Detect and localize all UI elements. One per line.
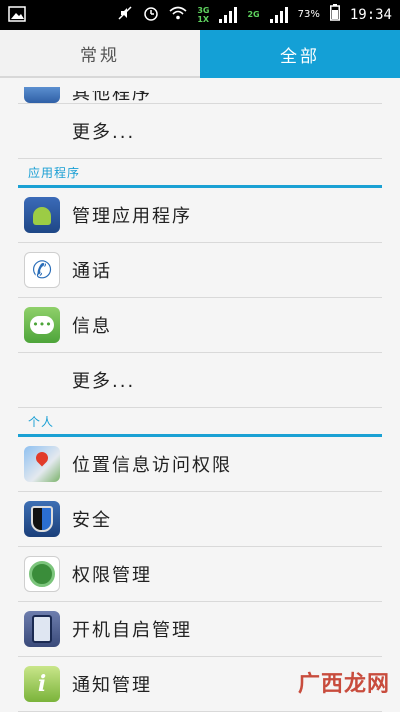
shield-icon [24,501,60,537]
list-item-label: 信息 [72,316,112,337]
signal-icon-2 [269,6,288,23]
list-item-app-manager[interactable]: 管理应用程序 [18,188,382,243]
network-top-label: 3G [197,5,210,15]
section-header-apps: 应用程序 [18,159,382,188]
network2-label: 2G [247,10,260,19]
phone-boot-icon [24,611,60,647]
alarm-icon [143,5,159,25]
list-item-label: 开机自启管理 [72,620,192,641]
wifi-icon [169,6,187,24]
section-header-personal: 个人 [18,408,382,437]
list-item-location[interactable]: 位置信息访问权限 [18,437,382,492]
battery-percent: 73% [297,9,320,20]
mute-icon [117,5,133,25]
battery-icon [329,4,340,25]
map-pin-icon [24,446,60,482]
list-item-label: 通知管理 [72,675,152,696]
list-item-messages[interactable]: ••• 信息 [18,298,382,353]
info-icon: i [24,666,60,702]
signal-icon-1 [219,6,238,23]
watermark: 广西龙网 [297,672,390,697]
list-item-security[interactable]: 安全 [18,492,382,547]
network-type-1: 3G 1X [197,6,209,24]
app-icon [24,87,60,103]
list-item-label: 位置信息访问权限 [72,455,232,476]
settings-tabs: 常规 全部 [0,30,400,78]
clock: 19:34 [349,6,392,23]
list-item-label: 通话 [72,261,112,282]
list-item-label: 安全 [72,510,112,531]
network-bottom-label: 1X [197,14,210,24]
list-item-call[interactable]: ✆ 通话 [18,243,382,298]
message-icon: ••• [24,307,60,343]
phone-icon: ✆ [24,252,60,288]
list-item-label: 管理应用程序 [72,206,192,227]
list-item-autostart[interactable]: 开机自启管理 [18,602,382,657]
network-type-2: 2G [247,10,259,19]
list-item-more[interactable]: 更多... [18,353,382,408]
list-item-label: 其他程序 [72,91,152,101]
lock-icon [24,556,60,592]
list-item-more[interactable]: 更多... [18,104,382,159]
settings-list: 其他程序 更多... 应用程序 管理应用程序 ✆ 通话 ••• 信息 更多...… [0,78,400,712]
android-icon [24,197,60,233]
tab-all[interactable]: 全部 [200,30,400,78]
gallery-icon [8,5,26,27]
status-bar: 3G 1X 2G 73% 19:34 [0,0,400,30]
list-item-label: 更多... [72,122,136,143]
tab-general[interactable]: 常规 [0,30,200,78]
list-item-partial[interactable]: 其他程序 [18,78,382,104]
list-item-label: 权限管理 [72,565,152,586]
list-item-permission[interactable]: 权限管理 [18,547,382,602]
list-item-label: 更多... [72,371,136,392]
